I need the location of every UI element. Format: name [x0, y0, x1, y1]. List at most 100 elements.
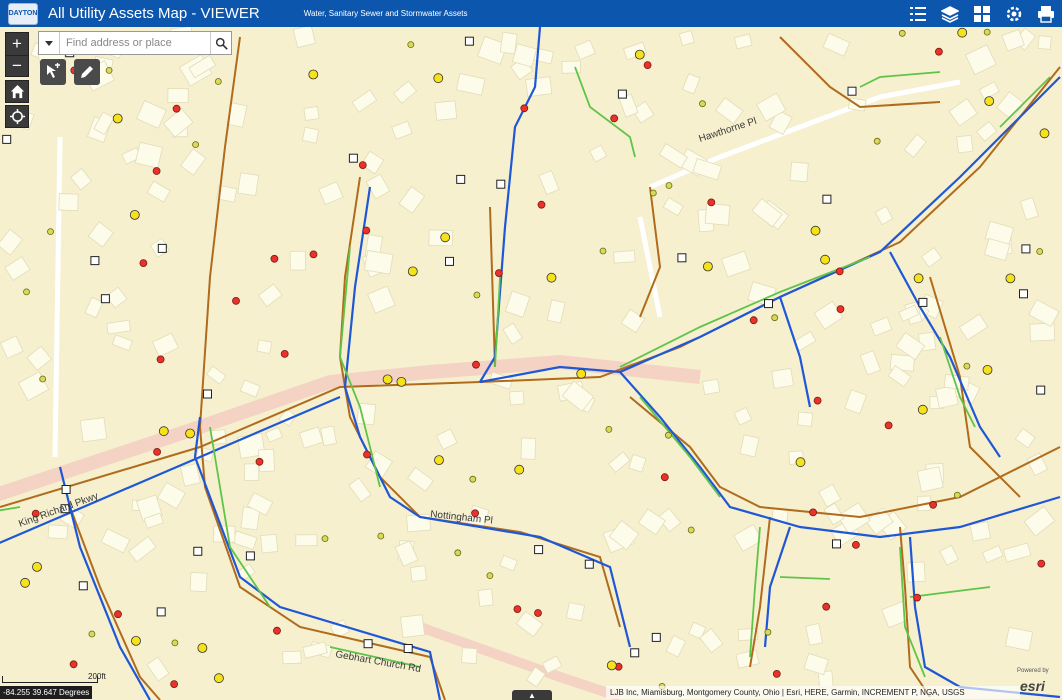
valve-icon[interactable]: [358, 161, 367, 170]
hydrant-icon[interactable]: [810, 225, 821, 236]
manhole-icon[interactable]: [47, 228, 54, 236]
manhole-icon[interactable]: [873, 137, 881, 145]
valve-icon[interactable]: [884, 421, 893, 430]
hydrant-icon[interactable]: [982, 364, 993, 375]
valve-icon[interactable]: [139, 259, 148, 268]
legend-icon[interactable]: [908, 4, 928, 24]
water-meter-icon[interactable]: [764, 299, 773, 309]
hydrant-icon[interactable]: [158, 426, 169, 437]
water-meter-icon[interactable]: [403, 644, 413, 653]
manhole-icon[interactable]: [192, 141, 200, 148]
hydrant-icon[interactable]: [514, 464, 525, 475]
manhole-icon[interactable]: [473, 291, 481, 299]
valve-icon[interactable]: [114, 610, 122, 619]
valve-icon[interactable]: [537, 200, 546, 209]
water-meter-icon[interactable]: [464, 36, 474, 46]
hydrant-icon[interactable]: [112, 113, 123, 124]
valve-icon[interactable]: [472, 360, 480, 369]
search-button[interactable]: [210, 32, 231, 54]
water-meter-icon[interactable]: [1019, 289, 1028, 299]
valve-icon[interactable]: [513, 605, 522, 613]
water-meter-icon[interactable]: [847, 86, 857, 96]
zoom-out-button[interactable]: −: [5, 55, 29, 77]
valve-icon[interactable]: [935, 47, 943, 56]
manhole-icon[interactable]: [699, 100, 706, 108]
water-meter-icon[interactable]: [245, 551, 255, 561]
valve-icon[interactable]: [273, 626, 281, 635]
water-meter-icon[interactable]: [445, 256, 454, 266]
hydrant-icon[interactable]: [131, 636, 141, 646]
hydrant-icon[interactable]: [634, 49, 645, 60]
home-button[interactable]: [5, 80, 29, 103]
manhole-icon[interactable]: [1036, 248, 1044, 255]
manhole-icon[interactable]: [665, 431, 672, 439]
valve-icon[interactable]: [534, 609, 542, 617]
hydrant-icon[interactable]: [407, 266, 418, 277]
valve-icon[interactable]: [69, 660, 78, 669]
search-input[interactable]: [60, 33, 210, 53]
valve-icon[interactable]: [232, 296, 240, 305]
valve-icon[interactable]: [152, 167, 161, 175]
manhole-icon[interactable]: [88, 630, 96, 638]
water-meter-icon[interactable]: [90, 256, 100, 266]
valve-icon[interactable]: [309, 250, 318, 259]
hydrant-icon[interactable]: [917, 404, 928, 415]
manhole-icon[interactable]: [665, 182, 673, 189]
valve-icon[interactable]: [813, 396, 822, 405]
manhole-icon[interactable]: [764, 628, 772, 636]
water-meter-icon[interactable]: [832, 539, 841, 549]
manhole-icon[interactable]: [605, 425, 613, 433]
water-meter-icon[interactable]: [100, 294, 110, 304]
valve-icon[interactable]: [494, 269, 503, 278]
hydrant-icon[interactable]: [129, 209, 140, 220]
manhole-icon[interactable]: [214, 78, 222, 85]
valve-icon[interactable]: [363, 450, 371, 459]
valve-icon[interactable]: [1037, 559, 1046, 568]
water-meter-icon[interactable]: [456, 174, 466, 184]
hydrant-icon[interactable]: [984, 96, 995, 106]
manhole-icon[interactable]: [771, 314, 779, 322]
hydrant-icon[interactable]: [396, 376, 407, 387]
manhole-icon[interactable]: [23, 288, 30, 296]
hydrant-icon[interactable]: [434, 455, 444, 466]
valve-icon[interactable]: [836, 305, 845, 314]
water-meter-icon[interactable]: [496, 179, 506, 189]
hydrant-icon[interactable]: [795, 457, 806, 468]
valve-icon[interactable]: [660, 473, 669, 482]
valve-icon[interactable]: [270, 254, 279, 263]
manhole-icon[interactable]: [963, 362, 971, 370]
water-meter-icon[interactable]: [156, 607, 166, 617]
manhole-icon[interactable]: [983, 28, 991, 36]
valve-icon[interactable]: [280, 349, 289, 358]
hydrant-icon[interactable]: [576, 368, 587, 379]
water-meter-icon[interactable]: [651, 632, 661, 642]
water-meter-icon[interactable]: [157, 243, 167, 253]
water-meter-icon[interactable]: [61, 485, 71, 494]
hydrant-icon[interactable]: [382, 374, 393, 385]
manhole-icon[interactable]: [105, 67, 113, 74]
valve-icon[interactable]: [362, 226, 371, 235]
hydrant-icon[interactable]: [213, 673, 224, 684]
settings-icon[interactable]: [1004, 4, 1024, 24]
water-meter-icon[interactable]: [2, 134, 12, 144]
water-meter-icon[interactable]: [534, 545, 544, 555]
valve-icon[interactable]: [520, 104, 529, 113]
expand-panel-button[interactable]: ▲: [512, 690, 552, 700]
water-meter-icon[interactable]: [677, 253, 687, 263]
layers-icon[interactable]: [940, 4, 960, 24]
valve-icon[interactable]: [172, 104, 181, 113]
water-meter-icon[interactable]: [584, 559, 594, 569]
manhole-icon[interactable]: [407, 41, 415, 49]
zoom-in-button[interactable]: +: [5, 32, 29, 56]
water-meter-icon[interactable]: [630, 648, 640, 658]
water-meter-icon[interactable]: [78, 581, 88, 591]
valve-icon[interactable]: [156, 355, 165, 364]
hydrant-icon[interactable]: [433, 73, 444, 84]
hydrant-icon[interactable]: [32, 562, 42, 572]
water-meter-icon[interactable]: [1021, 244, 1031, 254]
valve-icon[interactable]: [809, 508, 817, 517]
water-meter-icon[interactable]: [348, 153, 358, 163]
manhole-icon[interactable]: [599, 247, 607, 255]
manhole-icon[interactable]: [377, 532, 385, 540]
manhole-icon[interactable]: [321, 535, 329, 543]
